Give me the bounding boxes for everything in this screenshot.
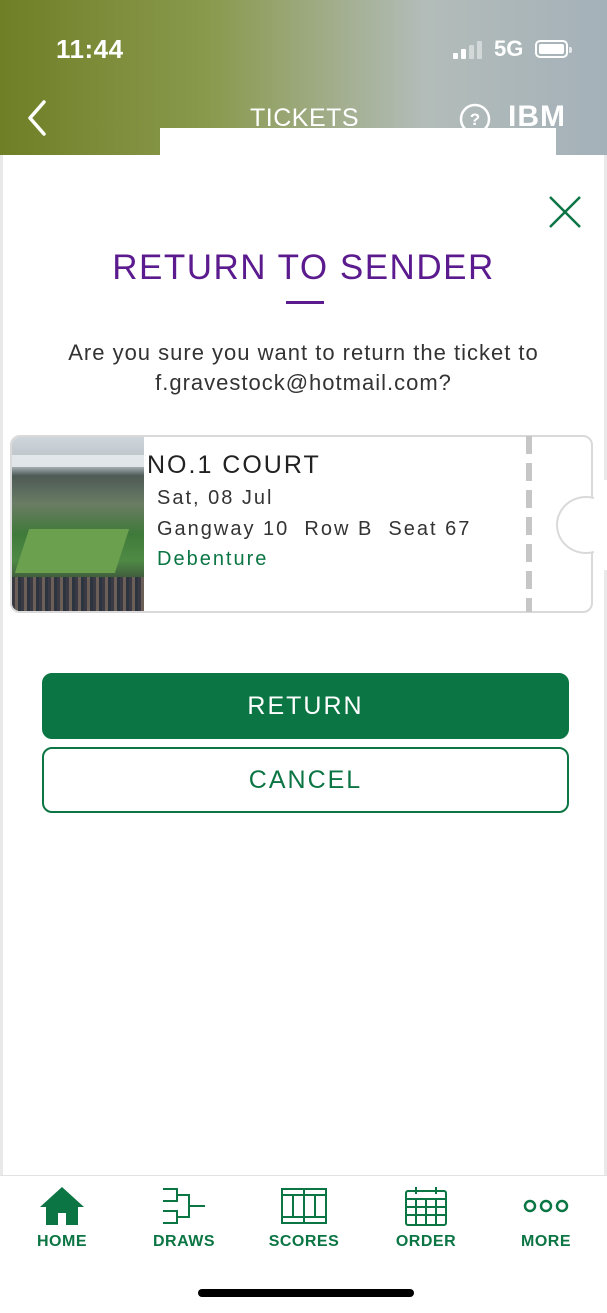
return-button[interactable]: RETURN [42,673,569,739]
network-type: 5G [494,36,524,61]
tab-home[interactable]: HOME [7,1185,117,1251]
ticket-type: Debenture [157,548,269,570]
scores-icon [281,1188,327,1224]
sheet-top [160,128,556,168]
ticket-perforation [526,436,532,612]
home-icon [40,1187,84,1225]
tab-label: ORDER [395,1233,457,1250]
close-icon [549,196,581,228]
draws-icon [163,1188,205,1224]
court-photo [12,437,144,611]
tab-label: MORE [521,1233,571,1250]
calendar-icon [405,1187,447,1226]
battery-icon [535,40,572,58]
more-icon [523,1199,569,1213]
cancel-button[interactable]: CANCEL [42,747,569,813]
tab-order[interactable]: ORDER [371,1185,481,1251]
chevron-left-icon [28,100,46,136]
status-time: 11:44 [56,34,124,64]
close-button[interactable] [547,194,583,230]
home-indicator [198,1289,414,1297]
signal-icon [453,41,482,59]
tab-label: DRAWS [152,1233,216,1250]
tab-label: SCORES [268,1233,340,1250]
back-button[interactable] [22,96,58,140]
return-dialog [3,155,604,1175]
ticket-seat: Gangway 10 Row B Seat 67 [157,518,472,540]
dialog-title: RETURN TO SENDER [112,248,495,287]
title-divider [286,301,324,304]
tab-scores[interactable]: SCORES [249,1185,359,1251]
tab-more[interactable]: MORE [491,1185,601,1251]
ticket-date: Sat, 08 Jul [157,487,274,509]
tab-label: HOME [37,1233,87,1250]
dialog-message: Are you sure you want to return the tick… [68,340,539,395]
tab-draws[interactable]: DRAWS [129,1185,239,1251]
ticket-court: NO.1 COURT [147,451,321,479]
svg-text:?: ? [470,110,480,129]
